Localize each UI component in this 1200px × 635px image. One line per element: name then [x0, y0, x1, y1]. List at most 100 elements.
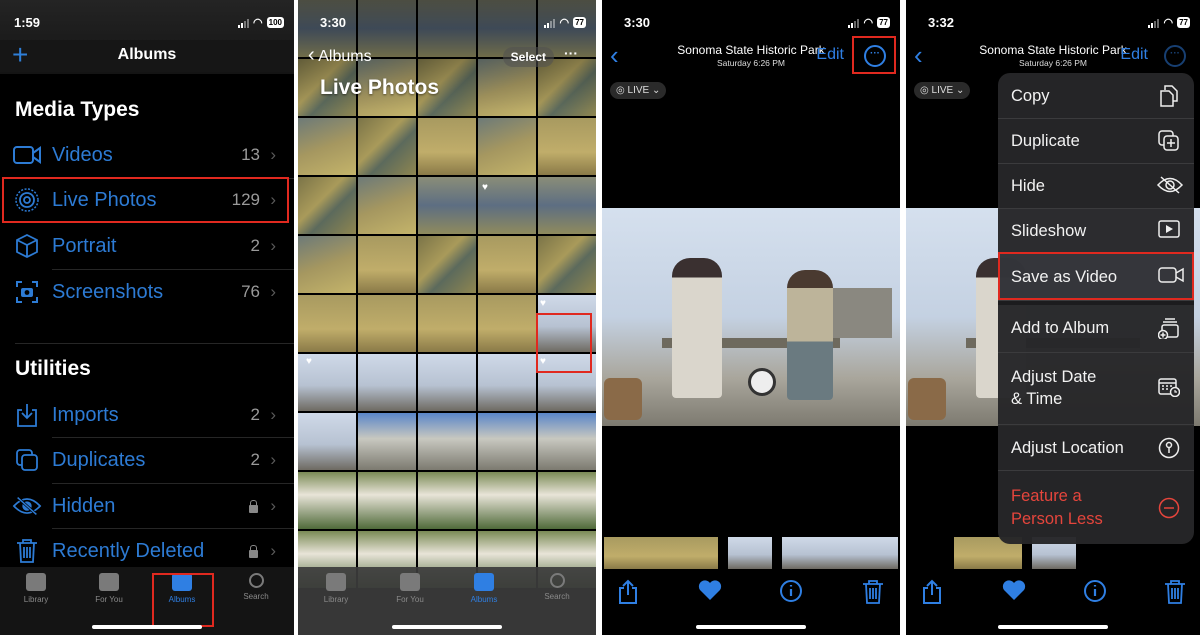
menu-item-copy[interactable]: Copy	[998, 73, 1194, 119]
info-icon[interactable]	[779, 579, 803, 609]
tab-library[interactable]: Library	[306, 573, 366, 604]
back-button[interactable]: ‹ Albums	[308, 44, 372, 67]
photo-thumbnail[interactable]	[358, 118, 416, 175]
photo-thumbnail[interactable]	[418, 295, 476, 352]
trash-icon[interactable]	[1164, 579, 1186, 611]
chevron-right-icon: ›	[270, 145, 276, 164]
photo-thumbnail[interactable]	[478, 236, 536, 293]
photo-thumbnail[interactable]	[298, 295, 356, 352]
photo-thumbnail[interactable]	[358, 472, 416, 529]
photo-thumbnail[interactable]	[418, 118, 476, 175]
edit-button[interactable]: Edit	[1120, 46, 1148, 64]
trash-icon	[12, 538, 42, 564]
filmstrip-thumb-current[interactable]	[728, 537, 772, 569]
photo-thumbnail[interactable]	[538, 413, 596, 470]
import-icon	[12, 402, 42, 428]
highlight-box	[998, 252, 1194, 300]
for-you-icon	[99, 573, 119, 591]
album-row-imports[interactable]: Imports 2 ›	[0, 393, 294, 437]
info-icon[interactable]	[1083, 579, 1107, 609]
photo-thumbnail[interactable]	[298, 236, 356, 293]
duplicates-icon	[12, 447, 42, 473]
photo-thumbnail[interactable]	[538, 236, 596, 293]
photo-thumbnail[interactable]	[478, 295, 536, 352]
tab-for-you[interactable]: For You	[79, 573, 139, 604]
tab-search[interactable]: Search	[527, 573, 587, 601]
wifi-icon: ◠	[559, 17, 570, 29]
album-row-screenshots[interactable]: Screenshots 76 ›	[0, 270, 294, 314]
minus-circle-icon	[1158, 497, 1180, 519]
photo-thumbnail[interactable]	[538, 118, 596, 175]
photo-thumbnail[interactable]	[298, 472, 356, 529]
menu-item-adjust-location[interactable]: Adjust Location	[998, 425, 1194, 471]
select-button[interactable]: Select	[502, 47, 554, 67]
photo-thumbnail[interactable]	[358, 295, 416, 352]
battery-icon: 77	[573, 17, 586, 28]
album-label: Duplicates	[52, 448, 146, 471]
photo-thumbnail[interactable]	[358, 177, 416, 234]
filmstrip-thumb[interactable]	[604, 537, 718, 569]
favorite-heart-icon[interactable]	[698, 579, 722, 607]
album-label: Videos	[52, 143, 113, 166]
photo-thumbnail[interactable]	[478, 413, 536, 470]
photo-thumbnail[interactable]	[358, 236, 416, 293]
tab-for-you[interactable]: For You	[380, 573, 440, 604]
menu-item-add-to-album[interactable]: Add to Album	[998, 301, 1194, 353]
home-indicator	[392, 625, 502, 629]
photo-thumbnail[interactable]	[418, 354, 476, 411]
photo-thumbnail[interactable]	[478, 118, 536, 175]
photo-thumbnail[interactable]	[358, 413, 416, 470]
eye-slash-icon	[12, 493, 42, 519]
menu-label: Adjust Location	[1011, 439, 1124, 457]
favorite-heart-icon[interactable]	[1002, 579, 1026, 607]
tab-albums[interactable]: Albums	[454, 573, 514, 604]
photo-thumbnail[interactable]	[478, 354, 536, 411]
tab-bar: Library For You Albums Search	[0, 567, 294, 635]
search-icon	[549, 573, 565, 588]
photo-thumbnail[interactable]	[298, 118, 356, 175]
photo-detail	[832, 288, 892, 338]
filmstrip-thumb[interactable]	[782, 537, 898, 569]
edit-button[interactable]: Edit	[816, 46, 844, 64]
photo-thumbnail[interactable]	[538, 177, 596, 234]
menu-item-feature-person-less[interactable]: Feature a Person Less	[998, 471, 1194, 544]
photo-thumbnail[interactable]	[298, 177, 356, 234]
duplicate-icon	[1158, 130, 1180, 152]
trash-icon[interactable]	[862, 579, 884, 611]
live-photo-toggle[interactable]: ◎ LIVE ⌄	[914, 82, 971, 99]
tab-library[interactable]: Library	[6, 573, 66, 604]
live-photo-toggle[interactable]: ◎ LIVE ⌄	[610, 82, 667, 99]
main-photo[interactable]	[602, 208, 900, 426]
ellipsis-circle-icon[interactable]: ···	[1164, 45, 1186, 67]
thumbnail-filmstrip[interactable]	[602, 537, 900, 569]
photo-thumbnail[interactable]	[418, 413, 476, 470]
live-label: LIVE	[627, 85, 650, 96]
photo-thumbnail[interactable]	[478, 472, 536, 529]
menu-item-adjust-date-time[interactable]: Adjust Date & Time	[998, 353, 1194, 425]
photo-thumbnail[interactable]	[358, 354, 416, 411]
tab-search[interactable]: Search	[226, 573, 286, 601]
share-icon[interactable]	[922, 579, 942, 611]
menu-item-hide[interactable]: Hide	[998, 164, 1194, 209]
album-row-hidden[interactable]: Hidden ›	[0, 484, 294, 528]
cube-icon	[12, 233, 42, 259]
photo-thumbnail[interactable]	[418, 472, 476, 529]
more-button[interactable]: ···	[564, 45, 578, 61]
tab-label: For You	[95, 595, 123, 604]
wifi-icon: ◠	[253, 17, 263, 29]
album-row-videos[interactable]: Videos 13 ›	[0, 133, 294, 177]
photo-thumbnail[interactable]	[298, 413, 356, 470]
battery-icon: 100	[266, 17, 284, 28]
location-info-icon	[1158, 437, 1180, 459]
photo-thumbnail[interactable]	[538, 472, 596, 529]
bottom-toolbar	[602, 575, 900, 607]
menu-item-slideshow[interactable]: Slideshow	[998, 209, 1194, 254]
menu-item-duplicate[interactable]: Duplicate	[998, 119, 1194, 164]
share-icon[interactable]	[618, 579, 638, 611]
album-row-duplicates[interactable]: Duplicates 2 ›	[0, 438, 294, 482]
album-row-portrait[interactable]: Portrait 2 ›	[0, 224, 294, 268]
album-count: 2	[250, 405, 260, 424]
photo-detail	[787, 270, 833, 400]
photo-thumbnail[interactable]	[418, 236, 476, 293]
photo-thumbnail[interactable]	[418, 177, 476, 234]
